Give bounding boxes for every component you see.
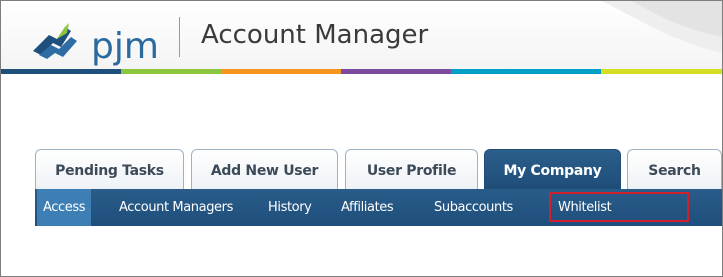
- pjm-logo[interactable]: pjm: [31, 17, 167, 67]
- subnav-access[interactable]: Access: [37, 189, 92, 226]
- subnav-affiliates[interactable]: Affiliates: [341, 189, 394, 226]
- subnav-account-managers[interactable]: Account Managers: [119, 189, 233, 226]
- color-bar-segment: [341, 69, 451, 74]
- tab-user-profile[interactable]: User Profile: [345, 149, 478, 189]
- tab-add-new-user[interactable]: Add New User: [191, 149, 338, 189]
- subnav-subaccounts[interactable]: Subaccounts: [434, 189, 513, 226]
- app-header: pjm Account Manager: [1, 1, 722, 69]
- color-bar-segment: [1, 69, 121, 74]
- tab-search[interactable]: Search: [627, 149, 722, 189]
- app-title: Account Manager: [201, 20, 429, 50]
- color-bar-segment: [121, 69, 221, 74]
- color-bar-segment: [601, 69, 722, 74]
- subnav-whitelist[interactable]: Whitelist: [558, 189, 612, 226]
- color-bar-segment: [451, 69, 601, 74]
- header-swoosh-decoration: [602, 1, 722, 53]
- pjm-bird-icon: [33, 23, 77, 59]
- tab-my-company[interactable]: My Company: [484, 149, 621, 189]
- header-color-bar: [1, 69, 722, 74]
- screenshot-frame: pjm Account Manager Pending Tasks Add Ne…: [0, 0, 723, 277]
- subnav-history[interactable]: History: [268, 189, 312, 226]
- color-bar-segment: [221, 69, 341, 74]
- tab-pending-tasks[interactable]: Pending Tasks: [35, 149, 184, 189]
- logo-text: pjm: [91, 26, 159, 67]
- sub-navigation: Access Account Managers History Affiliat…: [35, 189, 722, 226]
- header-divider: [179, 17, 180, 57]
